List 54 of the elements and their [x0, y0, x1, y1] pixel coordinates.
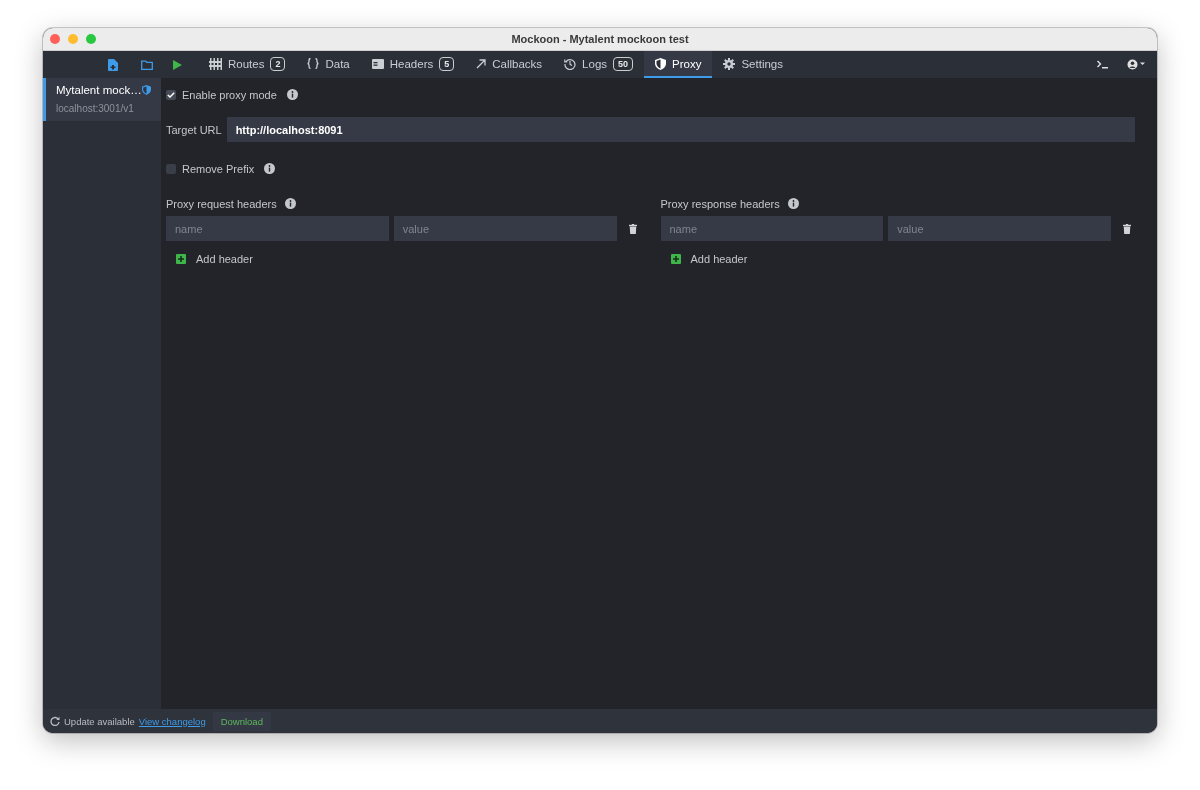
- header-name-field[interactable]: name: [166, 216, 389, 241]
- shield-icon: [142, 85, 151, 95]
- tab[interactable]: Callbacks: [465, 51, 554, 78]
- environment-address: localhost:3001/v1: [56, 103, 135, 114]
- tab[interactable]: Data: [296, 51, 361, 78]
- environment-item[interactable]: Mytalent mock… localhost:3001/v1: [43, 78, 161, 121]
- window-icon: [371, 58, 384, 69]
- field-label: Target URL: [166, 123, 222, 136]
- settings-icon: [723, 57, 736, 70]
- user-menu-icon[interactable]: [1127, 59, 1145, 70]
- update-text: Update available: [64, 715, 135, 727]
- tab[interactable]: Logs 50: [553, 51, 645, 78]
- delete-icon[interactable]: [1123, 223, 1131, 234]
- tab[interactable]: Routes 2: [198, 51, 297, 78]
- new-file-icon[interactable]: [108, 58, 118, 71]
- history-icon: [564, 57, 577, 70]
- section-title: Proxy response headers: [660, 197, 780, 210]
- refresh-icon: [50, 716, 60, 726]
- checkbox[interactable]: [166, 89, 176, 100]
- download-button[interactable]: Download: [212, 711, 271, 731]
- folder-icon[interactable]: [141, 59, 153, 70]
- terminal-icon[interactable]: [1097, 60, 1109, 69]
- add-header-button[interactable]: Add header: [660, 253, 758, 265]
- add-header-button[interactable]: Add header: [166, 253, 263, 265]
- delete-icon[interactable]: [628, 223, 637, 234]
- shield-icon: [655, 57, 667, 70]
- info-icon[interactable]: [787, 198, 799, 209]
- environment-name: Mytalent mock…: [56, 84, 142, 96]
- changelog-link[interactable]: View changelog: [138, 715, 206, 727]
- checkbox-label: Enable proxy mode: [182, 88, 277, 101]
- tab[interactable]: Headers 5: [360, 51, 466, 78]
- checkbox[interactable]: [166, 163, 176, 174]
- count-badge: 50: [613, 56, 634, 71]
- tab[interactable]: Proxy: [644, 51, 713, 78]
- header-value-field[interactable]: value: [393, 216, 617, 241]
- close-button[interactable]: [50, 34, 60, 44]
- info-icon[interactable]: [264, 163, 276, 174]
- window-title: Mockoon - Mytalent mockoon test: [511, 33, 689, 45]
- plus-icon: [670, 254, 681, 264]
- plus-icon: [176, 254, 186, 264]
- braces-icon: [307, 58, 320, 69]
- info-icon[interactable]: [286, 89, 298, 100]
- play-icon[interactable]: [173, 59, 182, 70]
- section-title: Proxy request headers: [166, 197, 277, 210]
- tab[interactable]: Settings: [712, 51, 794, 78]
- header-name-field[interactable]: name: [660, 216, 884, 241]
- url-field[interactable]: http://localhost:8091: [226, 117, 1135, 142]
- arrow-icon: [476, 58, 487, 69]
- header-value-field[interactable]: value: [888, 216, 1111, 241]
- count-badge: 2: [270, 56, 286, 71]
- routes-icon: [209, 57, 222, 70]
- checkbox-label: Remove Prefix: [182, 162, 255, 175]
- info-icon[interactable]: [284, 198, 296, 209]
- count-badge: 5: [439, 56, 455, 71]
